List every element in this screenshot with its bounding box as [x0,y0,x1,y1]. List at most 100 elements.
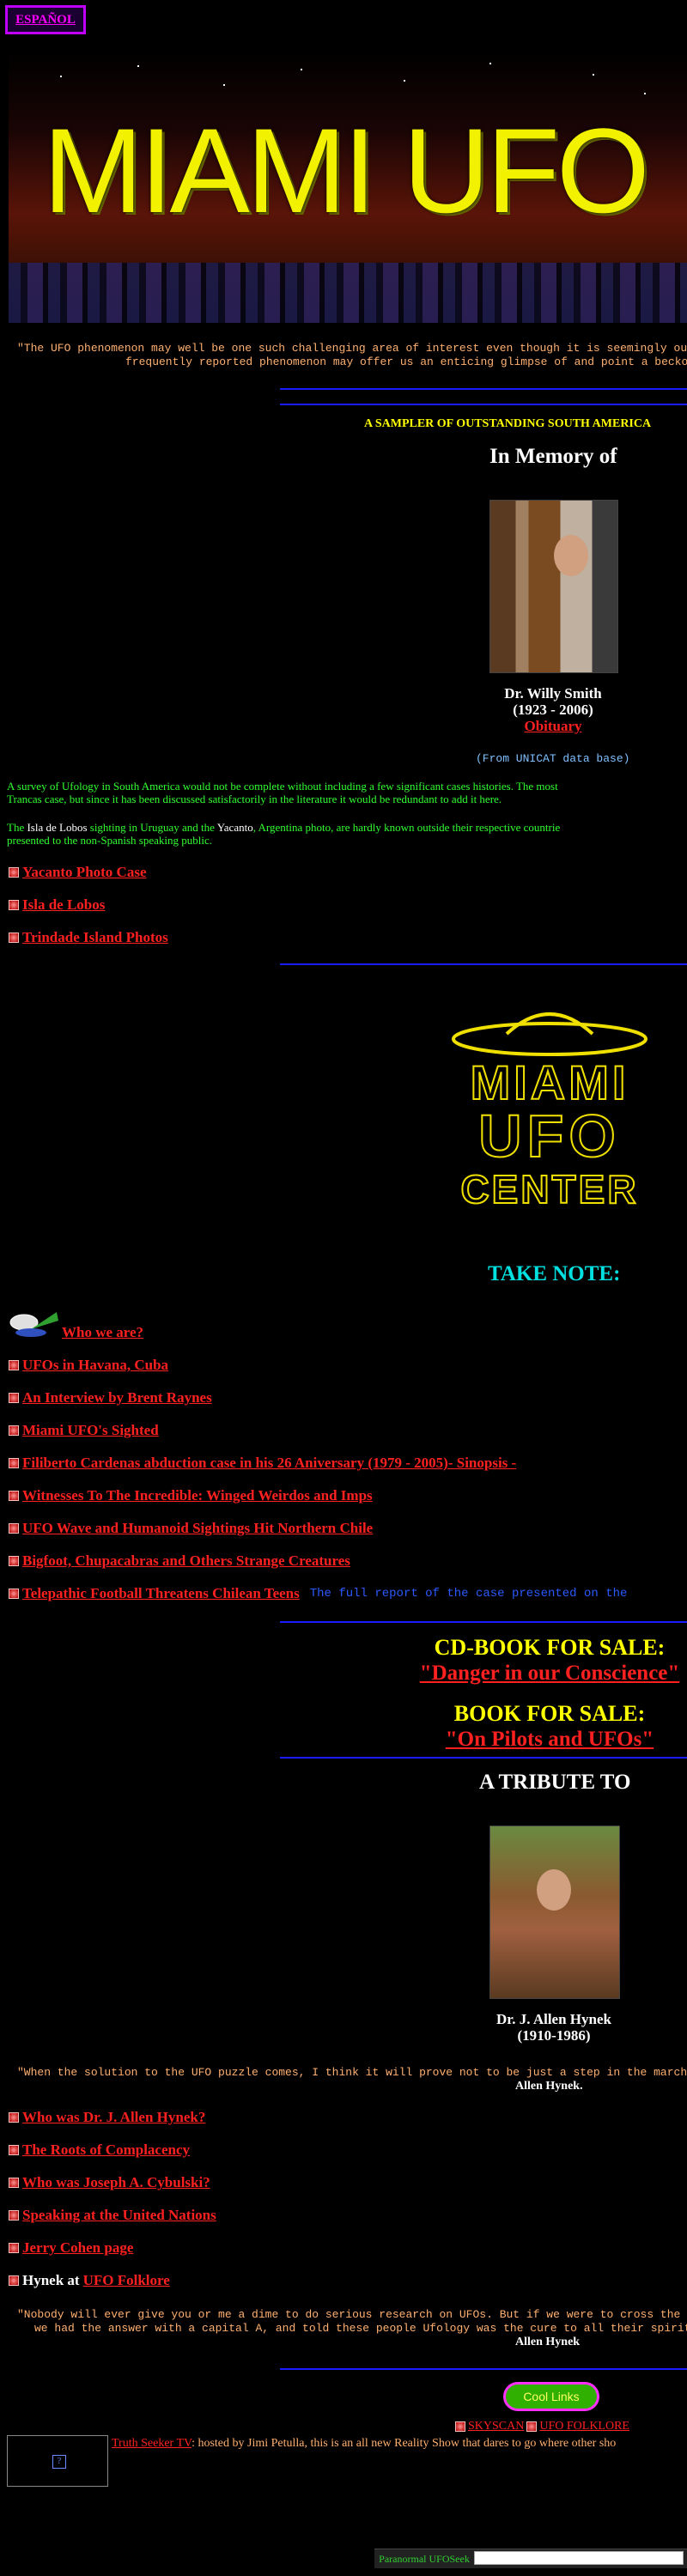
bullet-icon [9,2145,19,2155]
truth-seeker-link[interactable]: Truth Seeker TV [112,2437,192,2450]
sampler-link-trindade[interactable]: Trindade Island Photos [22,929,168,946]
bullet-icon [9,1589,19,1599]
list-item: Trindade Island Photos [9,929,168,946]
ufo-beam-icon [7,1305,60,1343]
bullet-icon [9,900,19,910]
banner-image: MIAMI UFO [9,50,687,323]
note-link-telepathic[interactable]: Telepathic Football Threatens Chilean Te… [22,1585,300,1602]
truth-seeker-desc: : hosted by Jimi Petulla, this is an all… [192,2437,617,2450]
obituary-link[interactable]: Obituary [524,718,581,734]
hynek-photo [489,1826,620,1999]
divider [280,404,687,405]
list-item: Jerry Cohen page [9,2239,133,2257]
unicat-source: (From UNICAT data base) [476,752,630,765]
logo-text: CENTER [459,1166,639,1212]
bullet-icon [9,2210,19,2221]
chile-report-note: The full report of the case presented on… [309,1587,628,1601]
divider [280,963,687,965]
bullet-icon [9,1393,19,1403]
ufoseek-search-input[interactable] [474,2551,684,2565]
quote-line: frequently reported phenomenon may offer… [125,355,687,368]
sampler-link-yacanto[interactable]: Yacanto Photo Case [22,864,147,881]
bullet-icon [9,2243,19,2253]
banner-ad[interactable]: ? [7,2435,108,2487]
yacanto-text: Yacanto [216,821,253,834]
text: The [7,821,27,834]
bullet-icon [455,2421,465,2432]
note-link-winged-weirdos[interactable]: Witnesses To The Incredible: Winged Weir… [22,1487,373,1504]
quote-line: "The UFO phenomenon may well be one such… [17,342,687,355]
take-note-heading: TAKE NOTE: [488,1262,621,1285]
divider [280,1621,687,1623]
list-item: Who was Joseph A. Cybulski? [9,2174,210,2191]
cd-title-link[interactable]: "Danger in our Conscience" [420,1662,680,1685]
hynek-link-who[interactable]: Who was Dr. J. Allen Hynek? [22,2109,205,2126]
list-item: An Interview by Brent Raynes [9,1389,212,1406]
paranormal-search-bar: Paranormal UFOSeek [374,2549,687,2568]
bullet-icon [9,1556,19,1566]
text: sighting in Uruguay and the [87,821,217,834]
divider [280,388,687,390]
note-link-interview[interactable]: An Interview by Brent Raynes [22,1389,212,1406]
memory-heading: In Memory of [489,445,617,468]
note-link-who-we-are[interactable]: Who we are? [62,1324,143,1341]
list-item: Telepathic Football Threatens Chilean Te… [9,1585,627,1602]
list-item: Speaking at the United Nations [9,2207,216,2224]
sampler-heading: A SAMPLER OF OUTSTANDING SOUTH AMERICA [364,417,652,430]
ufo-folklore-caps-link[interactable]: UFO FOLKLORE [539,2420,629,2433]
isla-line: presented to the non-Spanish speaking pu… [7,834,213,847]
note-link-chile-wave[interactable]: UFO Wave and Humanoid Sightings Hit Nort… [22,1520,373,1537]
bullet-icon [9,2178,19,2188]
quote-author: Allen Hynek [515,2336,581,2348]
note-link-bigfoot[interactable]: Bigfoot, Chupacabras and Others Strange … [22,1552,350,1570]
book-title-link[interactable]: "On Pilots and UFOs" [446,1728,654,1751]
cd-sale-heading: CD-BOOK FOR SALE: [434,1635,666,1660]
divider [280,1757,687,1759]
note-link-miami-sighted[interactable]: Miami UFO's Sighted [22,1422,159,1439]
note-link-havana[interactable]: UFOs in Havana, Cuba [22,1357,168,1374]
survey-line: Trancas case, but since it has been disc… [7,793,502,805]
list-item: The Roots of Complacency [9,2142,190,2159]
tribute-heading: A TRIBUTE TO [479,1771,631,1794]
image-placeholder-icon: ? [52,2455,66,2469]
hynek-at-label: Hynek at [22,2272,80,2288]
logo-text: MIAMI [470,1055,629,1110]
hynek-link-cybulski[interactable]: Who was Joseph A. Cybulski? [22,2174,210,2191]
language-toggle: ESPAÑOL [5,5,86,34]
hynek-link-cohen[interactable]: Jerry Cohen page [22,2239,133,2257]
list-item: UFOs in Havana, Cuba [9,1357,168,1374]
paranormal-label: Paranormal UFOSeek [379,2553,470,2565]
hynek-dates: (1910-1986) [517,2027,591,2044]
quote-author: Allen Hynek. [515,2080,583,2093]
text: , Argentina photo, are hardly known outs… [252,821,561,834]
note-link-cardenas[interactable]: Filiberto Cardenas abduction case in his… [22,1455,516,1472]
footer-links: SKYSCAN UFO FOLKLORE [455,2420,629,2433]
hynek-quote-2: we had the answer with a capital A, and … [34,2322,687,2335]
ufo-folklore-link[interactable]: UFO Folklore [83,2272,170,2289]
hynek-link-roots[interactable]: The Roots of Complacency [22,2142,190,2159]
bullet-icon [9,2275,19,2286]
cool-links-button[interactable]: Cool Links [503,2382,599,2411]
hynek-quote-2: "Nobody will ever give you or me a dime … [17,2308,687,2321]
hynek-link-un[interactable]: Speaking at the United Nations [22,2207,216,2224]
hynek-name: Dr. J. Allen Hynek [496,2011,611,2027]
list-item: UFO Wave and Humanoid Sightings Hit Nort… [9,1520,373,1537]
divider [280,2368,687,2370]
smith-name: Dr. Willy Smith [504,685,602,702]
survey-line: A survey of Ufology in South America wou… [7,780,558,793]
list-item: Bigfoot, Chupacabras and Others Strange … [9,1552,350,1570]
skyscan-link[interactable]: SKYSCAN [468,2420,524,2433]
list-item: Miami UFO's Sighted [9,1422,159,1439]
logo-text: UFO [477,1103,621,1170]
miami-ufo-center-logo: MIAMI UFO CENTER [447,999,653,1223]
book-sale-heading: BOOK FOR SALE: [453,1701,646,1726]
bullet-icon [9,1458,19,1468]
bullet-icon [9,1425,19,1436]
list-item: Isla de Lobos [9,896,105,914]
sampler-link-isla[interactable]: Isla de Lobos [22,896,105,914]
bullet-icon [9,1491,19,1501]
bullet-icon [9,933,19,943]
bullet-icon [9,2112,19,2123]
isla-text: The Isla de Lobos sighting in Uruguay an… [7,821,560,847]
espanol-link[interactable]: ESPAÑOL [15,13,76,27]
